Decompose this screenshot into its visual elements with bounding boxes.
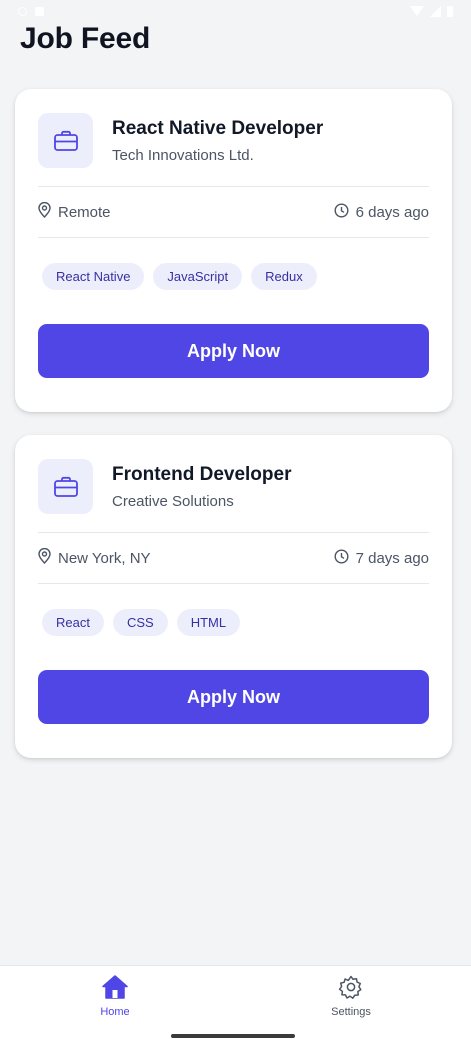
skill-tag: CSS (112, 609, 168, 636)
clock-icon (334, 548, 349, 568)
location-pin-icon (38, 547, 51, 568)
home-icon (101, 974, 129, 1003)
divider (38, 186, 429, 187)
battery-icon (447, 5, 453, 17)
nav-item-home[interactable]: Home (75, 974, 155, 1018)
home-indicator (171, 1034, 295, 1038)
skill-tag: HTML (176, 609, 241, 636)
skill-tag: React Native (42, 263, 145, 290)
skill-tags: React Native JavaScript Redux (42, 263, 317, 290)
company-name: Creative Solutions (112, 493, 234, 510)
apply-now-button[interactable]: Apply Now (38, 324, 429, 378)
divider (38, 583, 429, 584)
job-meta-row: Remote 6 days ago (38, 199, 429, 225)
status-bar (0, 0, 471, 22)
notification-icon (35, 6, 44, 16)
skill-tag: React (42, 609, 104, 636)
briefcase-icon (38, 113, 93, 168)
clock-icon (334, 202, 349, 222)
bottom-nav: Home Settings (0, 965, 471, 1039)
page-title: Job Feed (20, 22, 151, 55)
nav-label-settings: Settings (331, 1006, 371, 1018)
nav-item-settings[interactable]: Settings (311, 974, 391, 1018)
skill-tag: Redux (251, 263, 317, 290)
posted-time: 6 days ago (334, 202, 429, 222)
signal-icon (430, 5, 441, 17)
location: Remote (38, 201, 111, 222)
divider (38, 532, 429, 533)
posted-text: 7 days ago (355, 549, 429, 567)
location-text: New York, NY (58, 549, 151, 567)
company-name: Tech Innovations Ltd. (112, 147, 254, 164)
posted-text: 6 days ago (355, 203, 429, 221)
location-pin-icon (38, 201, 51, 222)
briefcase-icon (38, 459, 93, 514)
apply-now-button[interactable]: Apply Now (38, 670, 429, 724)
posted-time: 7 days ago (334, 548, 429, 568)
job-card[interactable]: Frontend Developer Creative Solutions Ne… (15, 435, 452, 758)
job-title: React Native Developer (112, 118, 324, 139)
gear-icon (338, 974, 364, 1003)
job-card[interactable]: React Native Developer Tech Innovations … (15, 89, 452, 412)
job-title: Frontend Developer (112, 464, 292, 485)
wifi-icon (410, 6, 424, 16)
nav-label-home: Home (100, 1006, 130, 1018)
skill-tags: React CSS HTML (42, 609, 241, 636)
job-meta-row: New York, NY 7 days ago (38, 545, 429, 571)
status-dot-icon (18, 6, 27, 16)
location-text: Remote (58, 203, 111, 221)
skill-tag: JavaScript (153, 263, 243, 290)
location: New York, NY (38, 547, 151, 568)
divider (38, 237, 429, 238)
